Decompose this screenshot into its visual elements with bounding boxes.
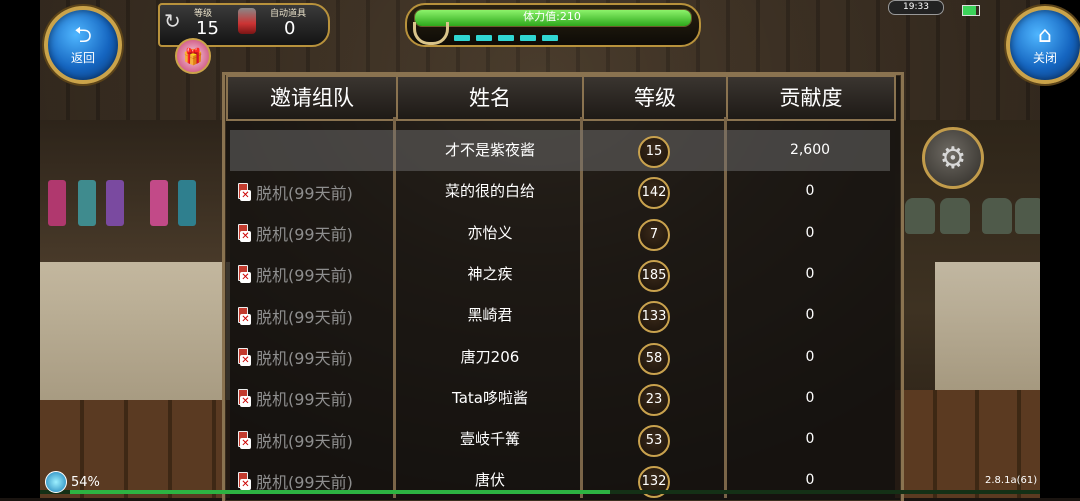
invite-status[interactable]: ✕ 脱机(99天前): [236, 378, 353, 419]
offline-phone-icon: ✕: [236, 430, 252, 449]
member-contribution: 2,600: [789, 142, 831, 158]
member-name: 亦怡义: [467, 223, 513, 242]
table-row[interactable]: ✕ 脱机(99天前) 唐伏 132 0: [230, 460, 890, 501]
header-name[interactable]: 姓名: [396, 75, 584, 121]
invite-status[interactable]: ✕ 脱机(99天前): [236, 295, 353, 336]
member-name: Tata哆啦酱: [452, 388, 528, 407]
loading-bar: [70, 490, 610, 494]
invite-status[interactable]: ✕ 脱机(99天前): [236, 171, 353, 212]
offline-status-text: 脱机(99天前): [256, 307, 353, 327]
member-level-badge: 142: [638, 177, 670, 210]
offline-phone-icon: ✕: [236, 224, 252, 243]
energy-segment: [454, 35, 470, 41]
member-contribution: 0: [805, 348, 815, 365]
back-label: 返回: [70, 50, 95, 65]
offline-status-text: 脱机(99天前): [256, 225, 353, 245]
energy-segment: [520, 35, 536, 41]
member-name: 唐伏: [474, 471, 505, 490]
offline-status-text: 脱机(99天前): [256, 431, 353, 451]
member-level-badge: 23: [638, 383, 670, 416]
member-contribution: 0: [805, 224, 815, 241]
invite-status[interactable]: ✕ 脱机(99天前): [236, 419, 353, 460]
battery-icon: [962, 5, 980, 16]
offline-status-text: 脱机(99天前): [256, 349, 353, 368]
back-button[interactable]: ⮌ 返回: [44, 6, 122, 84]
member-contribution: 0: [805, 472, 815, 489]
offline-status-text: 脱机(99天前): [256, 183, 353, 203]
table-row[interactable]: 才不是紫夜酱 15 2,600: [230, 130, 890, 171]
member-name: 黑崎君: [467, 306, 513, 325]
close-label: 关闭: [1032, 50, 1057, 65]
member-contribution: 0: [805, 265, 815, 282]
table-row[interactable]: ✕ 脱机(99天前) 黑崎君 133 0: [230, 295, 890, 336]
member-level-badge: 7: [638, 218, 670, 251]
gear-icon: ⚙: [939, 140, 967, 176]
level-value: 15: [196, 18, 219, 39]
table-row[interactable]: ✕ 脱机(99天前) 壹岐千篝 53 0: [230, 419, 890, 460]
offline-phone-icon: ✕: [236, 265, 252, 284]
auto-item-value: 0: [284, 18, 296, 39]
clock: 19:33: [888, 0, 944, 15]
version-label: 2.8.1a(61): [985, 475, 1038, 486]
header-level[interactable]: 等级: [582, 75, 728, 121]
offline-phone-icon: ✕: [236, 471, 252, 490]
member-contribution: 0: [805, 307, 815, 324]
member-level-badge: 133: [638, 301, 670, 334]
table-row[interactable]: ✕ 脱机(99天前) 唐刀206 58 0: [230, 337, 890, 378]
loading-orb-icon: [45, 471, 67, 493]
member-name: 菜的很的白给: [444, 182, 535, 201]
offline-phone-icon: ✕: [236, 389, 252, 408]
member-name: 神之疾: [467, 264, 513, 283]
load-indicator: 54%: [45, 471, 100, 493]
table-row[interactable]: ✕ 脱机(99天前) Tata哆啦酱 23 0: [230, 378, 890, 419]
letterbox-left: [0, 0, 40, 498]
stamina-text: 体力值:210: [523, 10, 581, 23]
member-name: 壹岐千篝: [459, 430, 520, 449]
invite-status[interactable]: ✕ 脱机(99天前): [236, 213, 353, 254]
table-row[interactable]: ✕ 脱机(99天前) 亦怡义 7 0: [230, 213, 890, 254]
energy-segment: [476, 35, 492, 41]
load-percent: 54%: [71, 474, 100, 490]
offline-phone-icon: ✕: [236, 348, 252, 366]
member-contribution: 0: [805, 183, 815, 200]
member-level-badge: 15: [638, 136, 670, 168]
potion-icon: [238, 8, 256, 34]
gift-button[interactable]: 🎁: [175, 38, 211, 74]
offline-status-text: 脱机(99天前): [256, 390, 353, 410]
header-invite[interactable]: 邀请组队: [226, 75, 398, 121]
gift-icon: 🎁: [183, 46, 203, 66]
member-contribution: 0: [805, 389, 815, 406]
invite-status[interactable]: ✕ 脱机(99天前): [236, 337, 353, 378]
settings-button[interactable]: ⚙: [922, 127, 984, 189]
member-contribution: 0: [805, 431, 815, 448]
member-level-badge: 58: [638, 342, 670, 375]
energy-segment: [498, 35, 514, 41]
wrench-icon: ↻: [164, 9, 181, 33]
offline-status-text: 脱机(99天前): [256, 266, 353, 286]
table-row[interactable]: ✕ 脱机(99天前) 神之疾 185 0: [230, 254, 890, 295]
close-button[interactable]: ⌂ 关闭: [1006, 6, 1080, 84]
header-contribution[interactable]: 贡献度: [726, 75, 896, 121]
member-level-badge: 185: [638, 259, 670, 292]
energy-segment: [542, 35, 558, 41]
home-icon: ⌂: [1038, 22, 1052, 48]
member-name: 唐刀206: [460, 347, 520, 366]
invite-status[interactable]: ✕ 脱机(99天前): [236, 254, 353, 295]
invite-status[interactable]: ✕ 脱机(99天前): [236, 460, 353, 501]
table-row[interactable]: ✕ 脱机(99天前) 菜的很的白给 142 0: [230, 171, 890, 212]
back-arrow-icon: ⮌: [74, 22, 92, 48]
offline-phone-icon: ✕: [236, 182, 252, 201]
member-name: 才不是紫夜酱: [444, 141, 535, 159]
member-level-badge: 53: [638, 425, 670, 458]
offline-phone-icon: ✕: [236, 306, 252, 325]
